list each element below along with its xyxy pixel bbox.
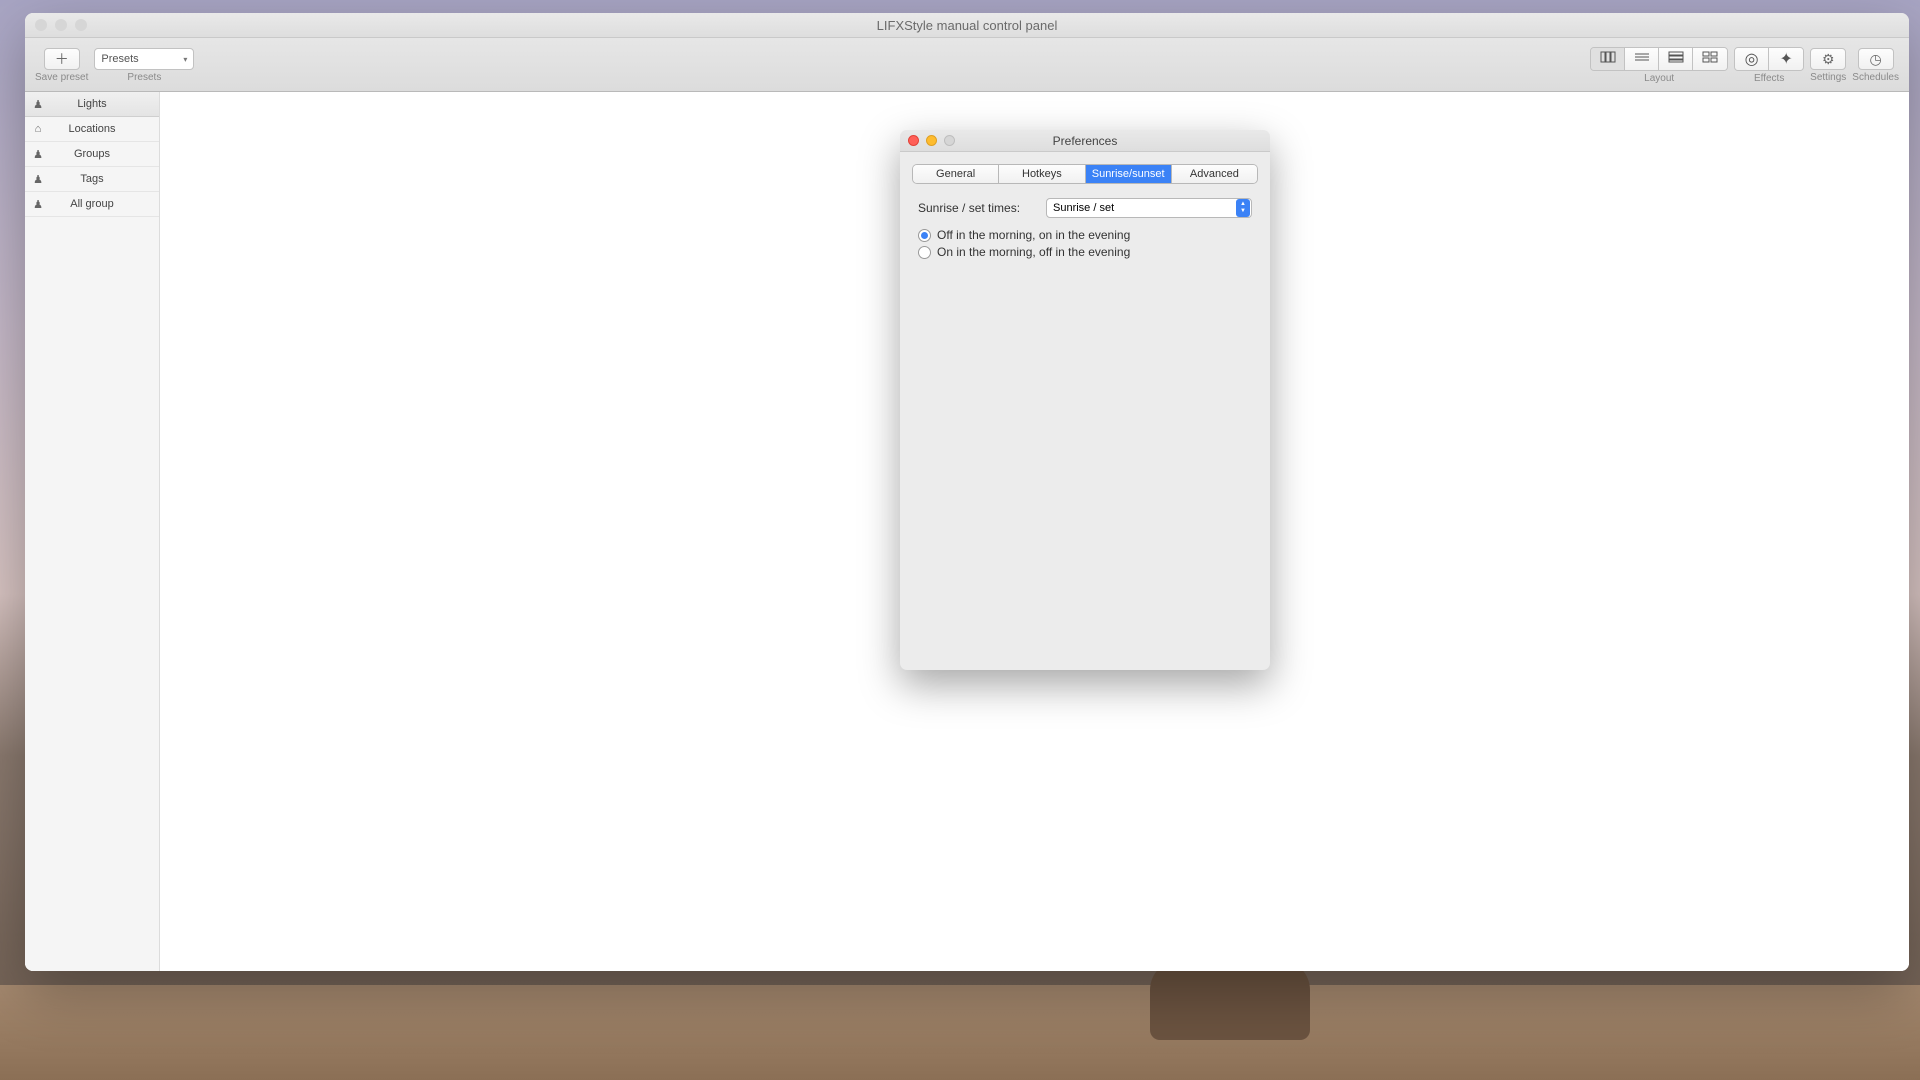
settings-group: ⚙ Settings — [1810, 48, 1846, 83]
sidebar-item-label: Lights — [77, 98, 106, 110]
save-preset-button[interactable]: ＋ — [44, 48, 80, 70]
effects-button-2[interactable]: ✦ — [1769, 48, 1803, 70]
main-titlebar: LIFXStyle manual control panel — [25, 13, 1909, 38]
layout-list-button[interactable] — [1625, 48, 1659, 70]
tab-advanced[interactable]: Advanced — [1172, 165, 1257, 183]
rows-icon — [1668, 50, 1684, 68]
radio-label: On in the morning, off in the evening — [937, 245, 1130, 259]
sunrise-set-select-value: Sunrise / set — [1053, 202, 1114, 214]
presets-label: Presets — [127, 72, 161, 83]
settings-button[interactable]: ⚙ — [1810, 48, 1846, 70]
spiral-icon: ◎ — [1745, 49, 1759, 69]
chevron-down-icon: ▾ — [183, 55, 187, 64]
bulb-icon: ♟ — [31, 172, 45, 186]
sidebar-item-lights[interactable]: ♟ Lights — [25, 92, 159, 117]
tab-hotkeys[interactable]: Hotkeys — [999, 165, 1085, 183]
effects-segmented: ◎ ✦ — [1734, 47, 1804, 71]
schedules-group: ◷ Schedules — [1852, 48, 1899, 83]
bulb-icon: ♟ — [31, 147, 45, 161]
home-icon: ⌂ — [31, 122, 45, 136]
settings-label: Settings — [1810, 72, 1846, 83]
sidebar-item-label: Groups — [74, 148, 110, 160]
modal-maximize-button[interactable] — [944, 135, 955, 146]
save-preset-label: Save preset — [35, 72, 88, 83]
main-window-title: LIFXStyle manual control panel — [877, 18, 1058, 33]
layout-columns-button[interactable] — [1591, 48, 1625, 70]
clock-icon: ◷ — [1870, 51, 1882, 68]
desktop-rock — [1150, 960, 1310, 1040]
effects-button[interactable]: ◎ — [1735, 48, 1769, 70]
sidebar: ♟ Lights ⌂ Locations ♟ Groups ♟ Tags ♟ A… — [25, 92, 160, 971]
modal-minimize-button[interactable] — [926, 135, 937, 146]
bulb-icon: ♟ — [31, 197, 45, 211]
preferences-tabbar: General Hotkeys Sunrise/sunset Advanced — [912, 164, 1258, 184]
main-minimize-button[interactable] — [55, 19, 67, 31]
main-toolbar: ＋ Save preset Presets ▾ Presets — [25, 38, 1909, 92]
plus-icon: ＋ — [55, 49, 69, 69]
effects-label: Effects — [1754, 73, 1784, 84]
main-traffic-lights — [35, 19, 87, 31]
layout-grid-button[interactable] — [1693, 48, 1727, 70]
radio-on-morning[interactable]: On in the morning, off in the evening — [918, 245, 1252, 259]
sidebar-item-tags[interactable]: ♟ Tags — [25, 167, 159, 192]
sparkle-icon: ✦ — [1779, 49, 1792, 69]
modal-traffic-lights — [908, 135, 955, 146]
layout-label: Layout — [1644, 73, 1674, 84]
sidebar-item-groups[interactable]: ♟ Groups — [25, 142, 159, 167]
columns-icon — [1600, 50, 1616, 68]
schedules-button[interactable]: ◷ — [1858, 48, 1894, 70]
sidebar-item-label: All group — [70, 198, 113, 210]
modal-titlebar: Preferences — [900, 130, 1270, 152]
list-icon — [1634, 50, 1650, 68]
modal-close-button[interactable] — [908, 135, 919, 146]
preferences-modal: Preferences General Hotkeys Sunrise/suns… — [900, 130, 1270, 670]
sliders-icon: ⚙ — [1822, 51, 1835, 68]
chevron-down-icon: ▼ — [1240, 208, 1246, 215]
save-preset-group: ＋ Save preset — [35, 48, 88, 83]
sidebar-item-label: Tags — [80, 173, 103, 185]
main-maximize-button[interactable] — [75, 19, 87, 31]
chevron-up-icon: ▲ — [1240, 201, 1246, 208]
sunrise-set-row: Sunrise / set times: Sunrise / set ▲ ▼ — [918, 198, 1252, 218]
schedules-label: Schedules — [1852, 72, 1899, 83]
sidebar-item-locations[interactable]: ⌂ Locations — [25, 117, 159, 142]
radio-button[interactable] — [918, 229, 931, 242]
layout-segmented — [1590, 47, 1728, 71]
layout-group: Layout — [1590, 47, 1728, 84]
desktop-horizon — [0, 985, 1920, 1080]
modal-title: Preferences — [1053, 134, 1118, 148]
tab-general[interactable]: General — [913, 165, 999, 183]
layout-rows-button[interactable] — [1659, 48, 1693, 70]
presets-select-value: Presets — [101, 53, 138, 65]
preferences-body: Sunrise / set times: Sunrise / set ▲ ▼ O… — [900, 194, 1270, 266]
radio-label: Off in the morning, on in the evening — [937, 228, 1130, 242]
sunrise-set-select[interactable]: Sunrise / set ▲ ▼ — [1046, 198, 1252, 218]
effects-group: ◎ ✦ Effects — [1734, 47, 1804, 84]
presets-group: Presets ▾ Presets — [94, 48, 194, 83]
radio-off-morning[interactable]: Off in the morning, on in the evening — [918, 228, 1252, 242]
sidebar-item-label: Locations — [68, 123, 115, 135]
sidebar-item-all-group[interactable]: ♟ All group — [25, 192, 159, 217]
radio-button[interactable] — [918, 246, 931, 259]
sunrise-set-label: Sunrise / set times: — [918, 201, 1036, 215]
main-close-button[interactable] — [35, 19, 47, 31]
bulb-icon: ♟ — [31, 97, 45, 111]
tab-sunrise-sunset[interactable]: Sunrise/sunset — [1086, 165, 1172, 183]
grid-icon — [1702, 50, 1718, 68]
presets-select[interactable]: Presets ▾ — [94, 48, 194, 70]
select-stepper[interactable]: ▲ ▼ — [1236, 199, 1250, 217]
